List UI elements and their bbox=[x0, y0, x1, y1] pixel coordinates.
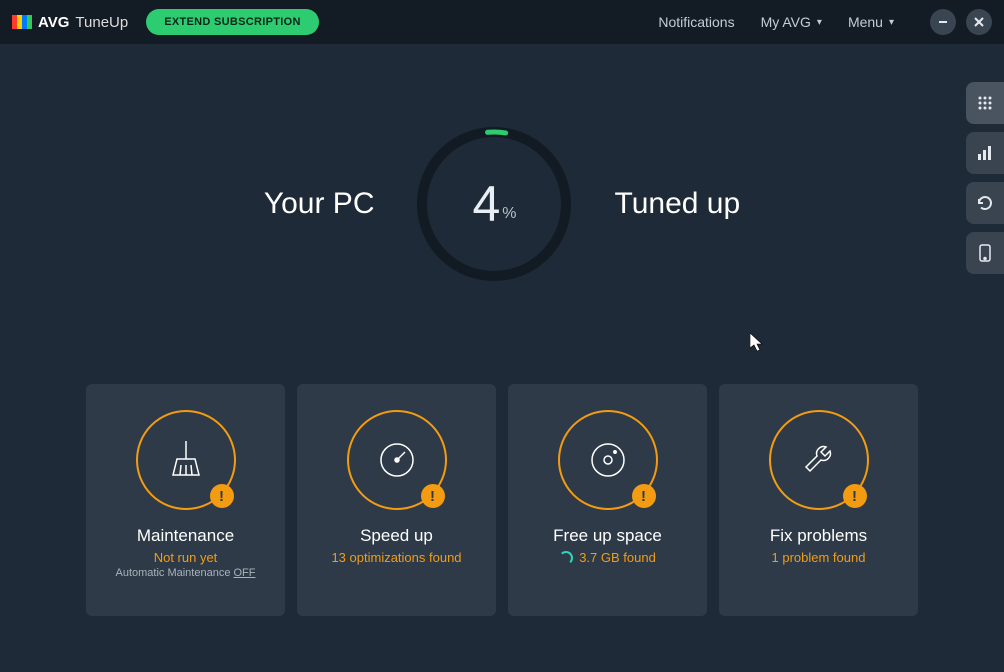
brand: AVG TuneUp bbox=[12, 12, 128, 32]
auto-maint-label: Automatic Maintenance bbox=[115, 567, 233, 579]
window-controls bbox=[930, 9, 992, 35]
titlebar-nav: Notifications My AVG ▾ Menu ▾ bbox=[658, 9, 992, 35]
card-maintenance[interactable]: ! Maintenance Not run yet Automatic Main… bbox=[86, 384, 285, 616]
chevron-down-icon: ▾ bbox=[889, 17, 894, 28]
avg-logo-icon bbox=[12, 12, 32, 32]
warning-badge-icon: ! bbox=[843, 484, 867, 508]
my-avg-label: My AVG bbox=[761, 14, 811, 30]
card-subtitle: Not run yet bbox=[154, 550, 218, 565]
extend-subscription-button[interactable]: EXTEND SUBSCRIPTION bbox=[146, 9, 319, 35]
card-icon-wrap: ! bbox=[769, 410, 869, 510]
card-speed-up[interactable]: ! Speed up 13 optimizations found bbox=[297, 384, 496, 616]
undo-icon bbox=[976, 194, 994, 212]
card-title: Fix problems bbox=[770, 526, 867, 546]
warning-badge-icon: ! bbox=[632, 484, 656, 508]
gauge-unit: % bbox=[502, 205, 516, 223]
spinner-icon bbox=[559, 551, 573, 565]
disk-icon bbox=[585, 437, 631, 483]
auto-maint-toggle[interactable]: OFF bbox=[234, 567, 256, 579]
card-extra: Automatic Maintenance OFF bbox=[115, 567, 255, 579]
notifications-label: Notifications bbox=[658, 14, 734, 30]
side-tab-phone[interactable] bbox=[966, 232, 1004, 274]
side-tab-grid[interactable] bbox=[966, 82, 1004, 124]
gauge-icon bbox=[374, 437, 420, 483]
titlebar: AVG TuneUp EXTEND SUBSCRIPTION Notificat… bbox=[0, 0, 1004, 44]
warning-badge-icon: ! bbox=[210, 484, 234, 508]
side-tab-chart[interactable] bbox=[966, 132, 1004, 174]
side-tabs bbox=[966, 82, 1004, 274]
card-icon-wrap: ! bbox=[558, 410, 658, 510]
notifications-link[interactable]: Notifications bbox=[658, 14, 734, 30]
broom-icon bbox=[163, 437, 209, 483]
hero-right-text: Tuned up bbox=[614, 187, 740, 221]
warning-badge-icon: ! bbox=[421, 484, 445, 508]
chart-icon bbox=[977, 145, 993, 161]
card-subtitle: 13 optimizations found bbox=[331, 550, 461, 565]
side-tab-undo[interactable] bbox=[966, 182, 1004, 224]
minimize-button[interactable] bbox=[930, 9, 956, 35]
phone-icon bbox=[978, 244, 992, 262]
close-button[interactable] bbox=[966, 9, 992, 35]
card-free-space[interactable]: ! Free up space 3.7 GB found bbox=[508, 384, 707, 616]
brand-name: AVG bbox=[38, 14, 69, 31]
chevron-down-icon: ▾ bbox=[817, 17, 822, 28]
menu-label: Menu bbox=[848, 14, 883, 30]
card-title: Maintenance bbox=[137, 526, 234, 546]
gauge-value: 4 bbox=[472, 175, 500, 233]
card-icon-wrap: ! bbox=[347, 410, 447, 510]
my-avg-menu[interactable]: My AVG ▾ bbox=[761, 14, 822, 30]
card-title: Free up space bbox=[553, 526, 662, 546]
grid-icon bbox=[977, 95, 993, 111]
progress-gauge: 4 % bbox=[414, 124, 574, 284]
card-title: Speed up bbox=[360, 526, 433, 546]
card-subtitle: 1 problem found bbox=[772, 550, 866, 565]
card-fix-problems[interactable]: ! Fix problems 1 problem found bbox=[719, 384, 918, 616]
wrench-icon bbox=[796, 437, 842, 483]
hero-status: Your PC 4 % Tuned up bbox=[0, 124, 1004, 284]
action-cards: ! Maintenance Not run yet Automatic Main… bbox=[0, 384, 1004, 616]
card-subtitle-text: 3.7 GB found bbox=[579, 550, 656, 565]
card-subtitle: 3.7 GB found bbox=[559, 550, 656, 565]
brand-product: TuneUp bbox=[75, 14, 128, 31]
cursor-icon bbox=[750, 333, 766, 353]
menu-dropdown[interactable]: Menu ▾ bbox=[848, 14, 894, 30]
card-icon-wrap: ! bbox=[136, 410, 236, 510]
hero-left-text: Your PC bbox=[264, 187, 375, 221]
